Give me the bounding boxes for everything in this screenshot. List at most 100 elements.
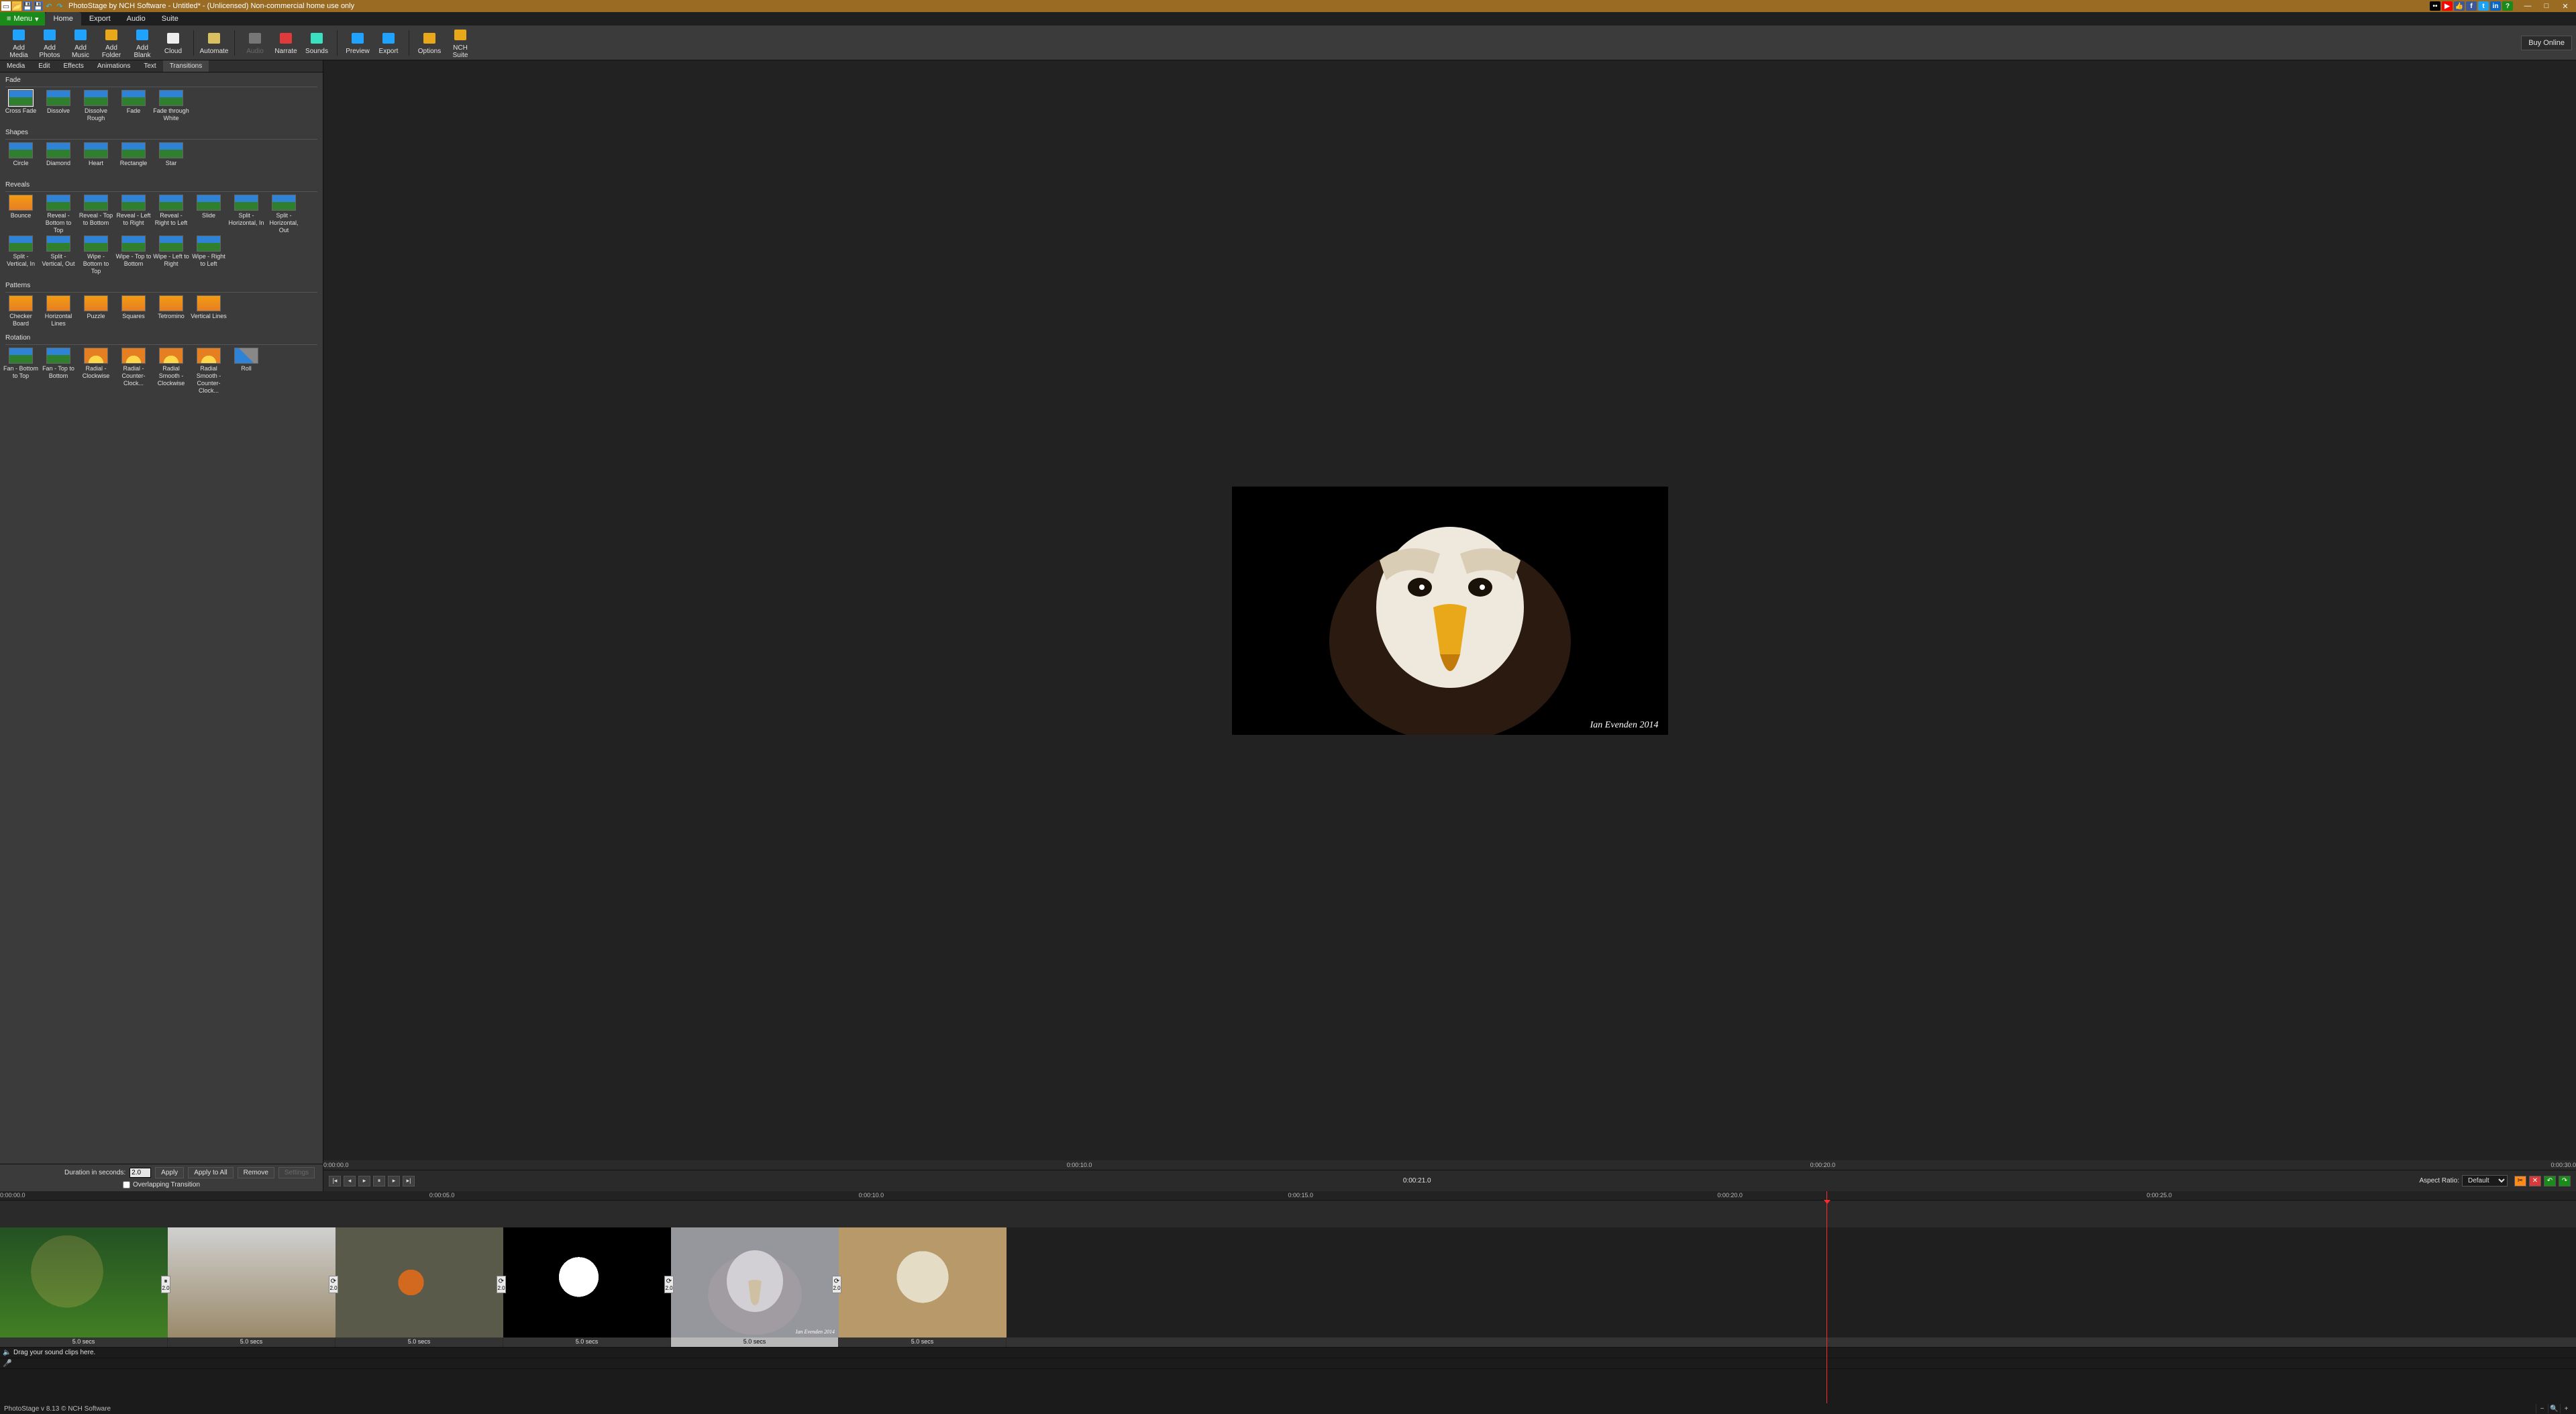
transition-handle[interactable]: ⟳2.0: [329, 1276, 338, 1293]
step-fwd-button[interactable]: ▸: [388, 1176, 400, 1186]
redo-icon[interactable]: ↷: [55, 1, 64, 11]
transitions-list[interactable]: Fade Cross FadeDissolveDissolve Rough Fade…: [0, 72, 323, 1164]
duration-input[interactable]: [130, 1168, 151, 1178]
transition-radial-smooth-clockwise[interactable]: Radial Smooth - Clockwise: [153, 348, 189, 395]
transition-split-horizontal-out[interactable]: Split - Horizontal, Out: [266, 195, 302, 234]
transition-puzzle[interactable]: Puzzle: [78, 295, 114, 327]
snapshot-button[interactable]: ✂: [2514, 1176, 2526, 1186]
twitter-icon[interactable]: t: [2478, 1, 2489, 11]
transition-split-vertical-out[interactable]: Split - Vertical, Out: [40, 236, 76, 275]
transition-handle[interactable]: ⟳2.0: [497, 1276, 506, 1293]
zoom-fit-button[interactable]: 🔍: [2548, 1404, 2560, 1413]
transition-handle[interactable]: ⟳2.0: [664, 1276, 674, 1293]
transition-dissolve[interactable]: Dissolve: [40, 90, 76, 122]
help-icon[interactable]: ?: [2502, 1, 2513, 11]
ribbon-export[interactable]: Export: [374, 30, 403, 55]
transition-diamond[interactable]: Diamond: [40, 142, 76, 174]
transition-handle[interactable]: ⟳2.0: [832, 1276, 841, 1293]
ribbon-add-blank[interactable]: Add Blank: [127, 27, 157, 59]
subtab-effects[interactable]: Effects: [56, 60, 90, 72]
ribbon-cloud[interactable]: Cloud: [158, 30, 188, 55]
transition-reveal-bottom-to-top[interactable]: Reveal - Bottom to Top: [40, 195, 76, 234]
ribbon-add-music[interactable]: Add Music: [66, 27, 95, 59]
timeline-scrollbar[interactable]: [0, 1368, 2576, 1403]
subtab-text[interactable]: Text: [137, 60, 162, 72]
remove-button[interactable]: Remove: [238, 1167, 274, 1178]
thumbs-up-icon[interactable]: 👍: [2454, 1, 2465, 11]
transition-reveal-right-to-left[interactable]: Reveal - Right to Left: [153, 195, 189, 234]
subtab-edit[interactable]: Edit: [32, 60, 56, 72]
transition-wipe-right-to-left[interactable]: Wipe - Right to Left: [191, 236, 227, 275]
menubar-tab-export[interactable]: Export: [81, 12, 119, 26]
go-end-button[interactable]: ▸|: [403, 1176, 415, 1186]
subtab-media[interactable]: Media: [0, 60, 32, 72]
transition-vertical-lines[interactable]: Vertical Lines: [191, 295, 227, 327]
transition-heart[interactable]: Heart: [78, 142, 114, 174]
ribbon-add-photos[interactable]: Add Photos: [35, 27, 64, 59]
narration-track[interactable]: 🎤: [0, 1358, 2576, 1368]
new-file-icon[interactable]: ▭: [1, 1, 11, 11]
video-track[interactable]: ⏸2.0⟳2.0⟳2.0⟳2.0Ian Evenden 2014⟳2.0: [0, 1227, 2576, 1337]
undo-button[interactable]: ↶: [2544, 1176, 2556, 1186]
transition-fade[interactable]: Fade: [115, 90, 152, 122]
ribbon-options[interactable]: Options: [415, 30, 444, 55]
delete-clip-button[interactable]: ✕: [2529, 1176, 2541, 1186]
transition-radial-counter-clock-[interactable]: Radial - Counter-Clock...: [115, 348, 152, 395]
transition-fade-through-white[interactable]: Fade through White: [153, 90, 189, 122]
ribbon-preview[interactable]: Preview: [343, 30, 372, 55]
transition-roll[interactable]: Roll: [228, 348, 264, 395]
settings-button[interactable]: Settings: [278, 1167, 315, 1178]
ribbon-add-media[interactable]: Add Media: [4, 27, 34, 59]
transition-reveal-top-to-bottom[interactable]: Reveal - Top to Bottom: [78, 195, 114, 234]
timeline-clip[interactable]: ⟳2.0: [336, 1227, 503, 1337]
transition-handle[interactable]: ⏸2.0: [161, 1276, 170, 1293]
transition-radial-smooth-counter-clock-[interactable]: Radial Smooth - Counter-Clock...: [191, 348, 227, 395]
maximize-button[interactable]: □: [2537, 0, 2556, 12]
subtab-animations[interactable]: Animations: [91, 60, 137, 72]
transition-squares[interactable]: Squares: [115, 295, 152, 327]
transition-fan-top-to-bottom[interactable]: Fan - Top to Bottom: [40, 348, 76, 395]
transition-split-vertical-in[interactable]: Split - Vertical, In: [3, 236, 39, 275]
save-as-icon[interactable]: 💾: [34, 1, 43, 11]
menubar-tab-audio[interactable]: Audio: [119, 12, 154, 26]
zoom-out-button[interactable]: −: [2536, 1404, 2548, 1413]
pause-button[interactable]: ⏸: [373, 1176, 385, 1186]
transition-split-horizontal-in[interactable]: Split - Horizontal, In: [228, 195, 264, 234]
flickr-icon[interactable]: ••: [2430, 1, 2440, 11]
save-icon[interactable]: 💾: [23, 1, 32, 11]
minimize-button[interactable]: —: [2518, 0, 2537, 12]
redo-button[interactable]: ↷: [2559, 1176, 2571, 1186]
zoom-in-button[interactable]: +: [2560, 1404, 2572, 1413]
transition-reveal-left-to-right[interactable]: Reveal - Left to Right: [115, 195, 152, 234]
menubar-tab-home[interactable]: Home: [45, 12, 81, 26]
preview-ruler[interactable]: 0:00:00.0 0:00:10.0 0:00:20.0 0:00:30.0: [323, 1160, 2576, 1170]
timeline-clip[interactable]: ⟳2.0: [503, 1227, 671, 1337]
transition-dissolve-rough[interactable]: Dissolve Rough: [78, 90, 114, 122]
transition-rectangle[interactable]: Rectangle: [115, 142, 152, 174]
transition-wipe-bottom-to-top[interactable]: Wipe - Bottom to Top: [78, 236, 114, 275]
linkedin-icon[interactable]: in: [2490, 1, 2501, 11]
transition-slide[interactable]: Slide: [191, 195, 227, 234]
step-back-button[interactable]: ◂: [344, 1176, 356, 1186]
timeline-clip[interactable]: ⏸2.0: [0, 1227, 168, 1337]
ribbon-add-folder[interactable]: Add Folder: [97, 27, 126, 59]
transition-circle[interactable]: Circle: [3, 142, 39, 174]
transition-fan-bottom-to-top[interactable]: Fan - Bottom to Top: [3, 348, 39, 395]
transition-tetromino[interactable]: Tetromino: [153, 295, 189, 327]
audio-track[interactable]: 🔈 Drag your sound clips here.: [0, 1347, 2576, 1358]
ribbon-narrate[interactable]: Narrate: [271, 30, 301, 55]
overlapping-checkbox[interactable]: [123, 1181, 130, 1189]
menubar-tab-suite[interactable]: Suite: [154, 12, 187, 26]
go-start-button[interactable]: |◂: [329, 1176, 341, 1186]
transition-wipe-top-to-bottom[interactable]: Wipe - Top to Bottom: [115, 236, 152, 275]
play-button[interactable]: ▸: [358, 1176, 370, 1186]
transition-horizontal-lines[interactable]: Horizontal Lines: [40, 295, 76, 327]
ribbon-audio[interactable]: Audio: [240, 30, 270, 55]
transition-wipe-left-to-right[interactable]: Wipe - Left to Right: [153, 236, 189, 275]
subtab-transitions[interactable]: Transitions: [163, 60, 209, 72]
apply-all-button[interactable]: Apply to All: [188, 1167, 233, 1178]
undo-icon[interactable]: ↶: [44, 1, 54, 11]
transition-cross-fade[interactable]: Cross Fade: [3, 90, 39, 122]
facebook-icon[interactable]: f: [2466, 1, 2477, 11]
transition-star[interactable]: Star: [153, 142, 189, 174]
